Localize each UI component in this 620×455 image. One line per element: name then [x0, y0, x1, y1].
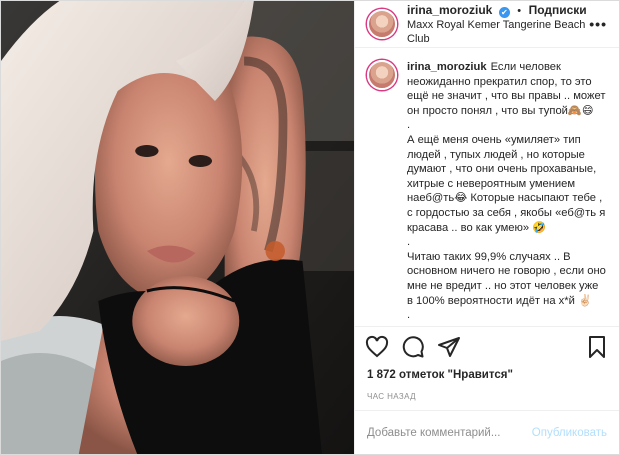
publish-button[interactable]: Опубликовать: [532, 427, 607, 439]
post-side-panel: irina_moroziuk ✔ • Подписки Maxx Royal K…: [354, 1, 619, 454]
post-header: irina_moroziuk ✔ • Подписки Maxx Royal K…: [355, 1, 619, 48]
header-info: irina_moroziuk ✔ • Подписки Maxx Royal K…: [407, 3, 589, 46]
caption-text: Если человек неожиданно прекратил спор, …: [407, 61, 606, 322]
post-photo[interactable]: [1, 1, 354, 454]
likes-count[interactable]: 1 872 отметок "Нравится": [355, 366, 619, 384]
heart-icon[interactable]: [365, 335, 389, 359]
header-separator: •: [517, 4, 522, 17]
comment-icon[interactable]: [401, 335, 425, 359]
post-time: ЧАС НАЗАД: [367, 392, 416, 401]
add-comment-box: Опубликовать: [355, 410, 619, 454]
caption-body: irina_moroziuk Если человек неожиданно пр…: [407, 60, 607, 323]
following-button[interactable]: Подписки: [529, 3, 587, 17]
comment-input[interactable]: [367, 426, 532, 439]
post-location[interactable]: Maxx Royal Kemer Tangerine Beach Club: [407, 18, 589, 46]
caption-username[interactable]: irina_moroziuk: [407, 61, 487, 73]
comments-section: irina_moroziuk Если человек неожиданно пр…: [355, 48, 619, 326]
share-icon[interactable]: [437, 335, 461, 359]
post-actions-bar: [355, 326, 619, 366]
bookmark-icon[interactable]: [585, 335, 609, 359]
verified-badge-icon: ✔: [498, 6, 510, 18]
more-options-icon[interactable]: •••: [589, 16, 607, 32]
photo-illustration: [1, 1, 354, 454]
author-avatar[interactable]: [367, 9, 397, 39]
caption-author-avatar[interactable]: [367, 60, 397, 90]
caption-comment: irina_moroziuk Если человек неожиданно пр…: [367, 60, 607, 323]
author-username[interactable]: irina_moroziuk: [407, 3, 492, 17]
instagram-post: irina_moroziuk ✔ • Подписки Maxx Royal K…: [0, 0, 620, 455]
